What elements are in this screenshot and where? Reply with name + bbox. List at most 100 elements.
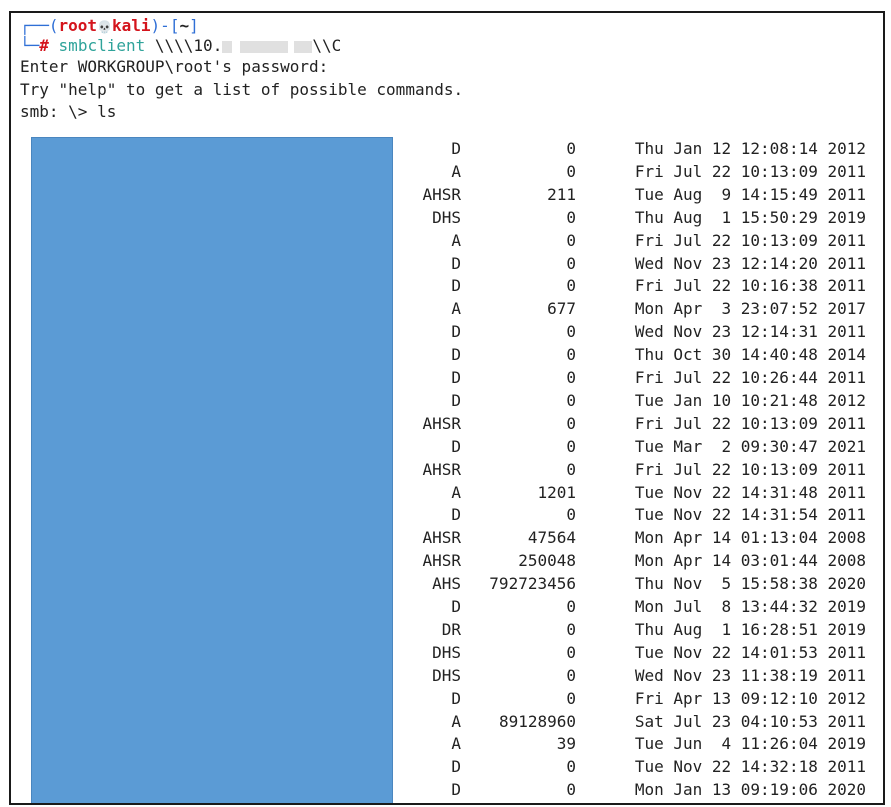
listing-date: Mon Apr 3 23:07:52 2017 [634, 299, 866, 319]
listing-size: 0 [566, 459, 576, 479]
listing-date: Tue Nov 22 14:01:53 2011 [634, 642, 866, 662]
listing-date: Thu Aug 1 16:28:51 2019 [634, 619, 866, 639]
listing-attr: AHSR [422, 184, 461, 204]
listing-date: Mon Apr 14 01:13:04 2008 [634, 528, 866, 548]
listing-date: Thu Nov 5 15:58:38 2020 [634, 574, 866, 594]
listing-size: 0 [566, 139, 576, 158]
listing-size: 0 [566, 688, 576, 708]
listing-attr: A [451, 230, 461, 250]
terminal-window[interactable]: ┌──(root💀kali)-[~] └─# smbclient \\\\10.… [9, 11, 885, 805]
listing-attr: AHS [432, 574, 461, 594]
listing-attr: AHSR [422, 551, 461, 571]
listing-attr: DHS [432, 642, 461, 662]
prompt-end: ] [189, 16, 199, 35]
listing-size: 0 [566, 207, 576, 227]
listing-date: Tue Mar 2 09:30:47 2021 [634, 436, 866, 456]
listing-date: Tue Jun 4 11:26:04 2019 [634, 734, 866, 754]
listing-size: 0 [566, 276, 576, 296]
listing-attr: D [451, 757, 461, 777]
command-line: └─# smbclient \\\\10. \\C [20, 36, 341, 56]
listing-attr: DHS [432, 665, 461, 685]
ip-redaction-1 [222, 40, 233, 53]
listing-size: 89128960 [498, 711, 576, 731]
listing-date: Thu Oct 30 14:40:48 2014 [634, 345, 866, 365]
smb-command: ls [97, 102, 117, 121]
listing-size: 0 [566, 505, 576, 525]
prompt-dir: ~ [179, 16, 190, 35]
listing-attr: DHS [432, 207, 461, 227]
listing-date: Fri Jul 22 10:13:09 2011 [634, 459, 866, 479]
listing-attr: D [451, 688, 461, 708]
listing-date: Mon Jul 8 13:44:32 2019 [634, 597, 866, 616]
listing-date: Fri Jul 22 10:16:38 2011 [634, 276, 866, 296]
listing-attr: D [451, 436, 461, 456]
command-name: smbclient [58, 36, 146, 55]
listing-size: 47564 [527, 528, 576, 548]
listing-size: 792723456 [489, 574, 576, 594]
listing-date: Wed Nov 23 11:38:19 2011 [634, 665, 866, 685]
listing-date: Fri Jul 22 10:26:44 2011 [634, 368, 866, 387]
listing-attr: A [451, 711, 461, 731]
listing-size: 0 [566, 780, 576, 800]
smb-prompt-line[interactable]: smb: \> ls [20, 102, 116, 122]
prompt-corner-top: ┌──( [20, 16, 59, 35]
listing-size: 0 [566, 436, 576, 456]
listing-date: Fri Jul 22 10:13:09 2011 [634, 161, 866, 181]
listing-size: 211 [547, 184, 576, 204]
ip-redaction-3 [294, 40, 313, 53]
ip-redaction-2 [240, 40, 289, 53]
listing-attr: D [451, 253, 461, 273]
listing-date: Wed Nov 23 12:14:20 2011 [634, 253, 866, 273]
filename-redaction-box [31, 137, 393, 803]
listing-size: 0 [566, 642, 576, 662]
listing-attr: DR [441, 619, 461, 639]
listing-size: 1201 [537, 482, 576, 502]
listing-attr: D [451, 390, 461, 410]
prompt-hash: # [39, 36, 49, 55]
help-hint: Try "help" to get a list of possible com… [20, 80, 464, 99]
listing-attr: AHSR [422, 413, 461, 433]
listing-date: Thu Aug 1 15:50:29 2019 [634, 207, 866, 227]
listing-attr: A [451, 161, 461, 181]
prompt-user: root [58, 16, 98, 35]
listing-size: 0 [566, 161, 576, 181]
listing-size: 0 [566, 368, 576, 387]
listing-attr: D [451, 597, 461, 616]
listing-date: Fri Jul 22 10:13:09 2011 [634, 230, 866, 250]
listing-size: 0 [566, 619, 576, 639]
listing-size: 0 [566, 230, 576, 250]
listing-date: Wed Nov 23 12:14:31 2011 [634, 322, 866, 342]
listing-attr: D [451, 276, 461, 296]
listing-size: 0 [566, 253, 576, 273]
listing-size: 677 [547, 299, 576, 319]
listing-size: 0 [566, 345, 576, 365]
listing-attr: D [451, 368, 461, 387]
listing-attr: D [451, 345, 461, 365]
smb-prompt: smb: \> [20, 102, 98, 121]
listing-date: Tue Jan 10 10:21:48 2012 [634, 390, 866, 410]
listing-size: 0 [566, 322, 576, 342]
listing-attr: D [451, 505, 461, 525]
prompt-corner-bottom: └─ [20, 36, 40, 55]
listing-attr: AHSR [422, 528, 461, 548]
listing-size: 0 [566, 413, 576, 433]
listing-date: Tue Nov 22 14:31:48 2011 [634, 482, 866, 502]
listing-date: Tue Nov 22 14:31:54 2011 [634, 505, 866, 525]
listing-date: Mon Jan 13 09:19:06 2020 [634, 780, 866, 800]
listing-date: Sat Jul 23 04:10:53 2011 [634, 711, 866, 731]
listing-date: Tue Nov 22 14:32:18 2011 [634, 757, 866, 777]
password-prompt: Enter WORKGROUP\root's password: [20, 57, 329, 76]
listing-attr: D [451, 780, 461, 800]
listing-date: Fri Jul 22 10:13:09 2011 [634, 413, 866, 433]
listing-attr: A [451, 734, 461, 754]
listing-date: Fri Apr 13 09:12:10 2012 [634, 688, 866, 708]
listing-attr: D [451, 322, 461, 342]
listing-attr: A [451, 299, 461, 319]
prompt-line-1: ┌──(root💀kali)-[~] [20, 16, 199, 37]
listing-size: 0 [566, 757, 576, 777]
listing-size: 0 [566, 597, 576, 616]
command-arg-suffix: \\C [312, 36, 342, 55]
listing-date: Mon Apr 14 03:01:44 2008 [634, 551, 866, 571]
prompt-host: kali [112, 16, 151, 35]
listing-attr: A [451, 482, 461, 502]
